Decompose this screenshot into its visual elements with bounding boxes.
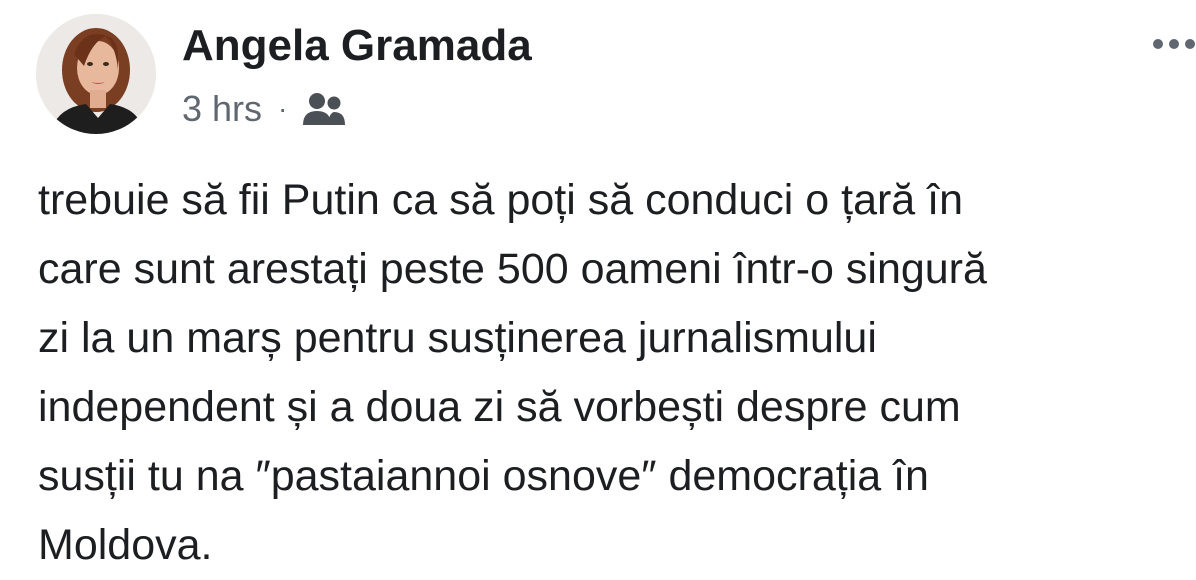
post-text-line: Moldova. xyxy=(38,521,213,569)
post-text-line: susții tu na ″pastaiannoi osnove″ democr… xyxy=(38,452,929,500)
author-name[interactable]: Angela Gramada xyxy=(182,20,532,72)
post-text-line: care sunt arestați peste 500 oameni într… xyxy=(38,245,987,293)
facebook-post: Angela Gramada 3 hrs · trebuie să fii Pu… xyxy=(0,0,1196,569)
author-avatar[interactable] xyxy=(36,14,156,134)
avatar-photo-icon xyxy=(36,14,156,134)
post-timestamp[interactable]: 3 hrs xyxy=(182,88,262,130)
friends-icon[interactable] xyxy=(301,91,347,127)
more-dots-glyph xyxy=(1153,39,1195,49)
post-text-line: trebuie să fii Putin ca să poți să condu… xyxy=(38,176,964,224)
post-text-line: zi la un marș pentru susținerea jurnalis… xyxy=(38,314,877,362)
meta-separator: · xyxy=(278,93,288,124)
more-options-icon[interactable] xyxy=(1150,30,1196,58)
post-meta: 3 hrs · xyxy=(182,86,347,132)
post-text-line: independent și a doua zi să vorbești des… xyxy=(38,383,961,431)
post-text: trebuie să fii Putin ca să poți să condu… xyxy=(38,166,1188,580)
audience-friends-glyph xyxy=(303,93,346,125)
